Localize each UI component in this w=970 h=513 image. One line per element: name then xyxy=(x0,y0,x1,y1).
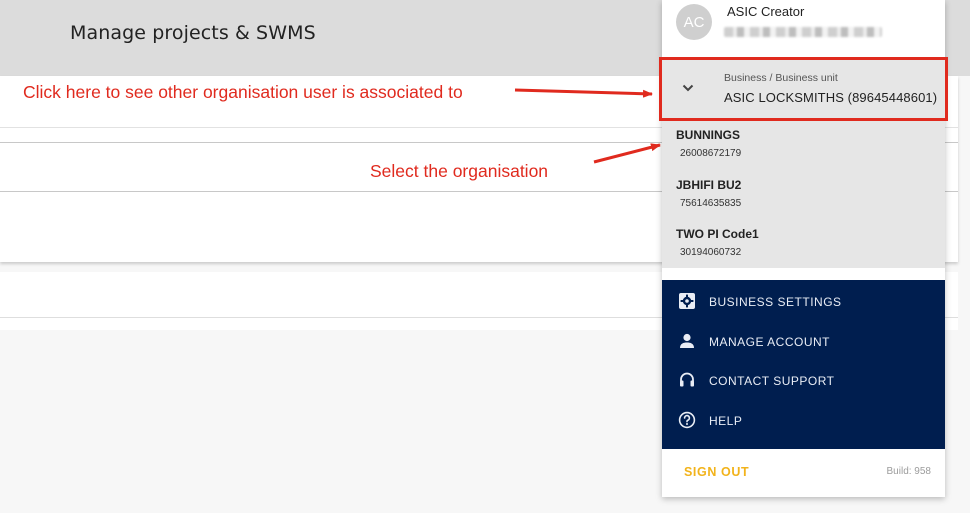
menu-item-manage-account[interactable]: MANAGE ACCOUNT xyxy=(662,322,945,358)
menu-item-label: CONTACT SUPPORT xyxy=(709,374,835,388)
headset-icon xyxy=(680,372,694,387)
menu-item-business-settings[interactable]: BUSINESS SETTINGS xyxy=(662,282,945,318)
page-title: Manage projects & SWMS xyxy=(70,22,316,44)
business-unit-label: Business / Business unit xyxy=(724,72,838,84)
user-info: AC ASIC Creator xyxy=(662,0,945,58)
user-menu-panel: AC ASIC Creator Business / Business unit… xyxy=(659,0,948,497)
organisation-number: 26008672179 xyxy=(680,148,742,159)
avatar: AC xyxy=(676,4,712,40)
sign-out-button[interactable]: SIGN OUT xyxy=(684,465,749,479)
person-icon xyxy=(680,333,694,348)
organisation-name: JBHIFI BU2 xyxy=(676,178,742,192)
organisation-number: 75614635835 xyxy=(680,198,742,209)
user-name: ASIC Creator xyxy=(727,4,805,19)
organisation-item[interactable]: BUNNINGS 26008672179 xyxy=(662,121,945,170)
user-email-redacted xyxy=(724,27,882,37)
help-circle-icon xyxy=(678,411,696,429)
organisation-name: TWO PI Code1 xyxy=(676,227,759,241)
account-menu: BUSINESS SETTINGS MANAGE ACCOUNT CONTACT… xyxy=(662,280,945,449)
menu-item-label: MANAGE ACCOUNT xyxy=(709,335,831,349)
menu-item-label: HELP xyxy=(709,414,743,428)
annotation-select-hint: Select the organisation xyxy=(370,161,549,181)
organisation-name: BUNNINGS xyxy=(676,128,741,142)
business-unit-value: ASIC LOCKSMITHS (89645448601) xyxy=(724,90,938,105)
business-unit-select[interactable]: Business / Business unit ASIC LOCKSMITHS… xyxy=(659,57,948,121)
panel-footer: SIGN OUT Build: 958 xyxy=(662,449,945,497)
build-number: Build: 958 xyxy=(886,466,931,477)
organisation-item[interactable]: TWO PI Code1 30194060732 xyxy=(662,220,945,269)
menu-item-contact-support[interactable]: CONTACT SUPPORT xyxy=(662,361,945,397)
menu-item-label: BUSINESS SETTINGS xyxy=(709,295,842,309)
gear-icon xyxy=(679,293,695,309)
organisation-number: 30194060732 xyxy=(680,247,742,258)
annotation-dropdown-hint: Click here to see other organisation use… xyxy=(23,82,463,102)
menu-item-help[interactable]: HELP xyxy=(662,401,945,437)
organisation-item[interactable]: JBHIFI BU2 75614635835 xyxy=(662,171,945,220)
chevron-down-icon xyxy=(682,84,694,92)
organisation-list: BUNNINGS 26008672179 JBHIFI BU2 75614635… xyxy=(662,121,945,268)
